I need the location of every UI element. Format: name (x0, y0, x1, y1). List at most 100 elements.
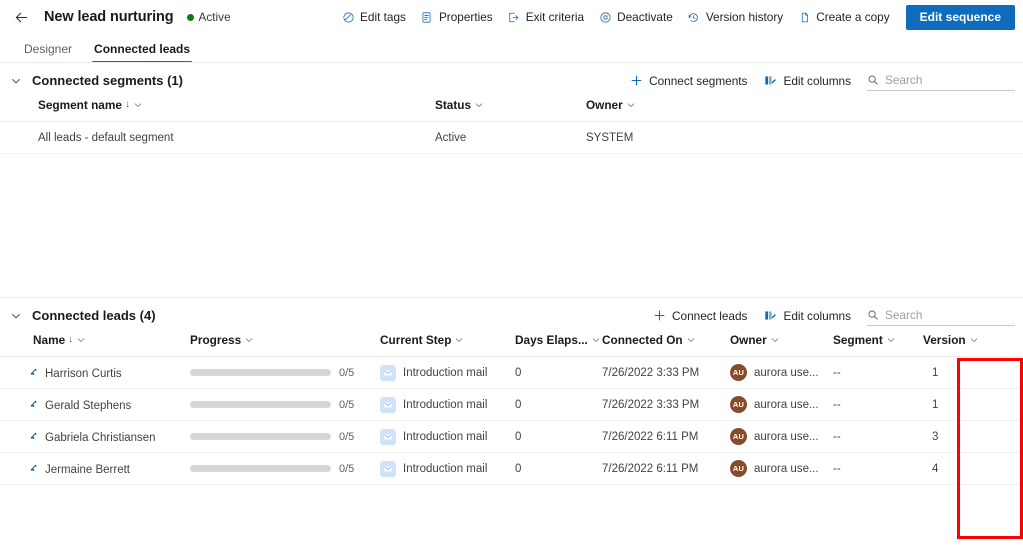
deactivate-icon (598, 10, 612, 24)
page-title: New lead nurturing (44, 9, 174, 25)
chevron-down-icon[interactable] (969, 335, 979, 345)
chevron-down-icon[interactable] (886, 335, 896, 345)
table-row[interactable]: Harrison Curtis 0/5 Introduction mail 0 … (0, 356, 1023, 389)
lead-connected-on-cell: 7/26/2022 6:11 PM (602, 452, 730, 485)
connect-leads-label: Connect leads (672, 308, 748, 323)
chevron-down-icon[interactable] (591, 335, 601, 345)
lead-icon (30, 430, 43, 443)
mail-icon (380, 364, 396, 381)
leads-col-name-label: Name (33, 333, 66, 347)
owner-label: aurora use... (754, 398, 819, 411)
chevron-down-icon[interactable] (770, 335, 780, 345)
chevron-down-icon[interactable] (454, 335, 464, 345)
exit-criteria-button[interactable]: Exit criteria (500, 6, 591, 28)
segments-col-segment-name-label: Segment name (38, 98, 122, 112)
leads-col-current-step[interactable]: Current Step (380, 333, 515, 357)
leads-collapse-chevron-down-icon[interactable] (5, 305, 27, 327)
mail-icon (380, 396, 396, 413)
segments-col-owner-label: Owner (586, 98, 623, 112)
progress-label: 0/5 (339, 430, 355, 443)
leads-col-segment[interactable]: Segment (833, 333, 907, 357)
segments-table-head: Segment name ↓ Status Owner (0, 98, 1023, 122)
leads-col-days-elapsed[interactable]: Days Elaps... (515, 333, 602, 357)
segments-col-owner[interactable]: Owner (586, 98, 1023, 122)
leads-col-progress[interactable]: Progress (190, 333, 380, 357)
leads-col-owner[interactable]: Owner (730, 333, 833, 357)
leads-col-connected-on[interactable]: Connected On (602, 333, 730, 357)
progress-bar (190, 369, 331, 376)
status-badge: Active (186, 10, 231, 24)
lead-name-cell[interactable]: Jermaine Berrett (0, 452, 190, 485)
segments-col-segment-name[interactable]: Segment name ↓ (0, 98, 435, 122)
lead-name-cell[interactable]: Harrison Curtis (0, 356, 190, 389)
segment-name-cell: All leads - default segment (0, 121, 435, 154)
properties-button[interactable]: Properties (413, 6, 500, 28)
leads-col-version[interactable]: Version (907, 333, 1023, 357)
chevron-down-icon[interactable] (244, 335, 254, 345)
tab-designer[interactable]: Designer (13, 42, 83, 63)
table-row[interactable]: Gabriela Christiansen 0/5 Introduction m… (0, 420, 1023, 453)
segments-collapse-chevron-down-icon[interactable] (5, 70, 27, 92)
version-history-button[interactable]: Version history (680, 6, 790, 28)
segments-edit-columns-label: Edit columns (783, 73, 851, 88)
lead-progress-cell: 0/5 (190, 388, 380, 421)
chevron-down-icon[interactable] (686, 335, 696, 345)
lead-segment-cell: -- (833, 388, 907, 421)
back-arrow-icon[interactable] (10, 6, 32, 28)
search-icon (867, 73, 879, 86)
lead-current-step-cell: Introduction mail (380, 388, 515, 421)
leads-col-name[interactable]: Name ↓ (0, 333, 190, 357)
command-bar: Edit tags Properties Exit criteria Deact… (334, 4, 1015, 30)
chevron-down-icon[interactable] (626, 100, 636, 110)
segments-col-status[interactable]: Status (435, 98, 586, 122)
tag-icon (341, 10, 355, 24)
leads-edit-columns-button[interactable]: Edit columns (756, 305, 858, 327)
lead-progress-cell: 0/5 (190, 420, 380, 453)
create-a-copy-button[interactable]: Create a copy (790, 6, 896, 28)
leads-section-title: Connected leads (4) (32, 308, 156, 323)
chevron-down-icon[interactable] (76, 335, 86, 345)
lead-current-step-cell: Introduction mail (380, 356, 515, 389)
plus-icon (652, 309, 666, 323)
segments-edit-columns-button[interactable]: Edit columns (756, 70, 858, 92)
lead-owner-cell: AU aurora use... (730, 452, 833, 485)
segments-header-row: Segment name ↓ Status Owner (0, 98, 1023, 122)
edit-tags-button[interactable]: Edit tags (334, 6, 413, 28)
copy-icon (797, 10, 811, 24)
deactivate-button[interactable]: Deactivate (591, 6, 680, 28)
lead-owner-cell: AU aurora use... (730, 356, 833, 389)
edit-sequence-button[interactable]: Edit sequence (905, 4, 1015, 30)
progress-label: 0/5 (339, 462, 355, 475)
leads-search-box[interactable] (867, 305, 1015, 326)
leads-section-actions: Connect leads Edit columns (645, 305, 1015, 327)
lead-connected-on-cell: 7/26/2022 6:11 PM (602, 420, 730, 453)
table-row[interactable]: Gerald Stephens 0/5 Introduction mail 0 … (0, 388, 1023, 421)
progress-bar (190, 401, 331, 408)
lead-segment-cell: -- (833, 452, 907, 485)
table-row[interactable]: Jermaine Berrett 0/5 Introduction mail 0… (0, 452, 1023, 485)
lead-days-elapsed-cell: 0 (515, 388, 602, 421)
leads-search-input[interactable] (885, 307, 1015, 322)
lead-segment-cell: -- (833, 356, 907, 389)
segments-section-title: Connected segments (1) (32, 73, 183, 88)
exit-criteria-label: Exit criteria (525, 10, 585, 24)
connect-leads-button[interactable]: Connect leads (645, 305, 754, 327)
table-row[interactable]: All leads - default segment Active SYSTE… (0, 121, 1023, 154)
segments-search-input[interactable] (885, 72, 1015, 87)
tab-connected-leads[interactable]: Connected leads (83, 42, 201, 63)
leads-col-connected-on-label: Connected On (602, 333, 683, 347)
connect-segments-button[interactable]: Connect segments (622, 70, 754, 92)
segments-search-box[interactable] (867, 70, 1015, 91)
lead-name-cell[interactable]: Gabriela Christiansen (0, 420, 190, 453)
properties-label: Properties (438, 10, 493, 24)
chevron-down-icon[interactable] (133, 100, 143, 110)
leads-header-row: Name ↓ Progress Current Step Days Elaps.… (0, 333, 1023, 357)
leads-col-segment-label: Segment (833, 333, 883, 347)
lead-name-label: Gerald Stephens (45, 399, 132, 412)
lead-version-cell: 3 (907, 420, 1023, 453)
lead-name-cell[interactable]: Gerald Stephens (0, 388, 190, 421)
current-step-label: Introduction mail (403, 398, 488, 411)
leads-table-head: Name ↓ Progress Current Step Days Elaps.… (0, 333, 1023, 357)
connected-segments-section: Connected segments (1) Connect segments (0, 63, 1023, 298)
chevron-down-icon[interactable] (474, 100, 484, 110)
